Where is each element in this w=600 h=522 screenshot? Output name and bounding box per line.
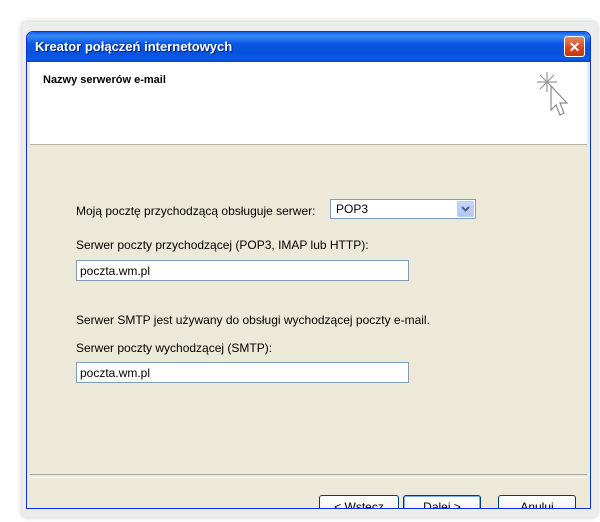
incoming-type-label: Moją pocztę przychodzącą obsługuje serwe… [76,204,316,218]
title-bar[interactable]: Kreator połączeń internetowych ✕ [27,32,590,62]
page-title: Nazwy serwerów e-mail [43,74,166,86]
next-button-label: Dalej > [423,499,461,509]
outgoing-server-field[interactable]: poczta.wm.pl [76,362,409,383]
back-button[interactable]: < Wstecz [319,495,399,509]
cancel-button[interactable]: Anuluj [498,495,576,509]
chevron-down-icon [461,206,470,212]
smtp-info-text: Serwer SMTP jest używany do obsługi wych… [76,313,430,327]
incoming-server-value: poczta.wm.pl [80,264,151,278]
outgoing-server-value: poczta.wm.pl [80,366,151,380]
incoming-server-field[interactable]: poczta.wm.pl [76,260,409,281]
incoming-server-type-value: POP3 [336,202,369,216]
cancel-button-label: Anuluj [520,499,554,509]
next-button[interactable]: Dalej > [403,495,481,509]
incoming-server-type-select[interactable]: POP3 [330,199,476,219]
incoming-server-label: Serwer poczty przychodzącej (POP3, IMAP … [76,238,369,252]
window-title: Kreator połączeń internetowych [35,39,233,54]
wizard-cursor-icon [537,72,569,116]
wizard-header: Nazwy serwerów e-mail [30,62,587,145]
footer-divider [30,474,587,478]
wizard-window: Kreator połączeń internetowych ✕ Nazwy s… [26,31,591,509]
close-button[interactable]: ✕ [564,36,585,57]
wizard-body: Nazwy serwerów e-mail Moją pocztę przych… [30,62,587,508]
outgoing-server-label: Serwer poczty wychodzącej (SMTP): [76,341,273,355]
dropdown-arrow-button[interactable] [457,201,474,217]
back-button-label: < Wstecz [334,499,384,509]
close-icon: ✕ [568,38,581,55]
